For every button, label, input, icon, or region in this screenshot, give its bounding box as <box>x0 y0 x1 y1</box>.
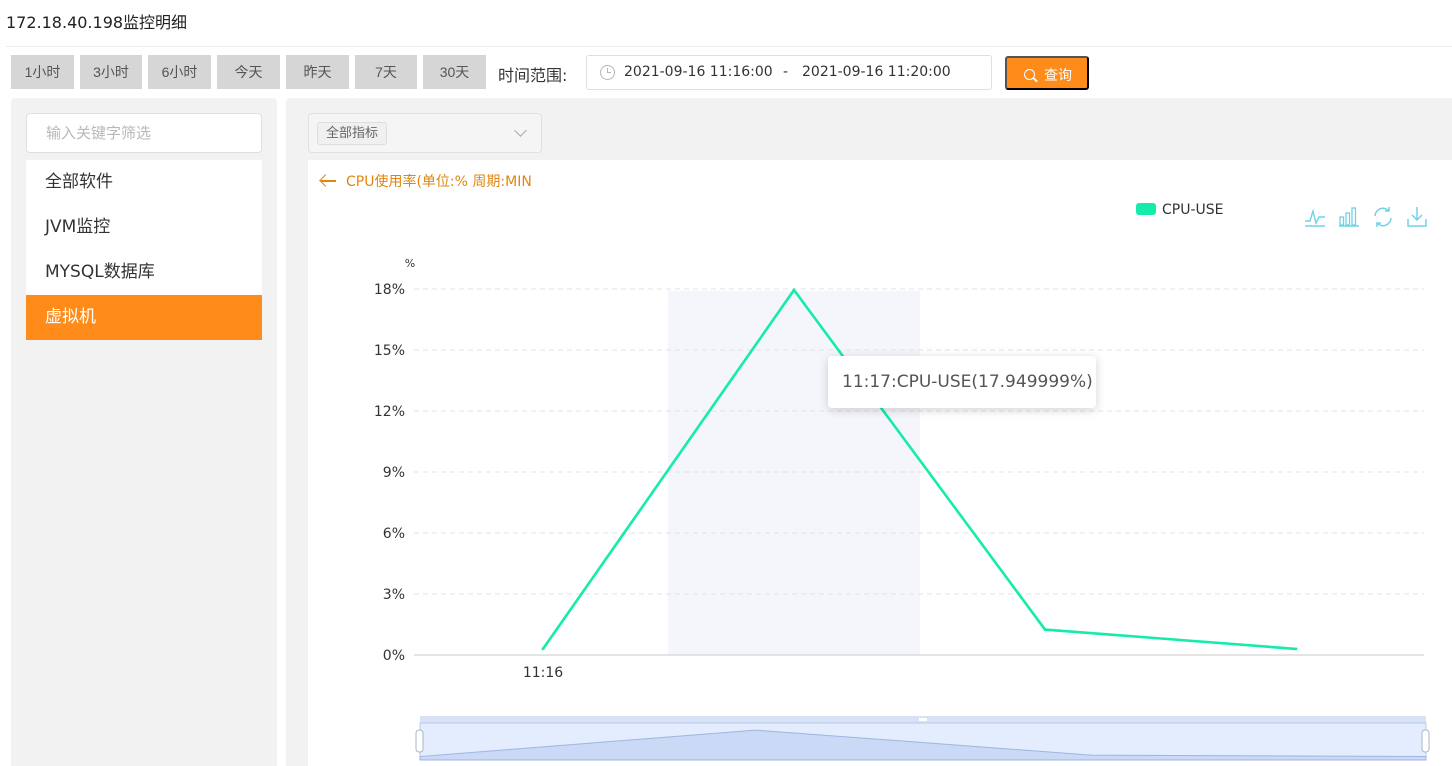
y-tick-label: 12% <box>374 404 405 420</box>
y-tick-label: 0% <box>383 648 405 664</box>
range-yesterday-button[interactable]: 昨天 <box>286 55 349 89</box>
data-point <box>541 647 545 651</box>
software-menu: 全部软件 JVM监控 MYSQL数据库 虚拟机 <box>26 160 262 340</box>
date-range-picker[interactable]: 2021-09-16 11:16:00 - 2021-09-16 11:20:0… <box>586 55 992 90</box>
x-tick-label: 11:16 <box>523 665 563 681</box>
range-7d-button[interactable]: 7天 <box>355 55 417 89</box>
line-icon[interactable] <box>1304 205 1326 229</box>
range-6h-button[interactable]: 6小时 <box>148 55 211 89</box>
y-tick-label: 9% <box>383 465 405 481</box>
zoom-handle-right <box>1421 729 1430 753</box>
sidebar-item-all-software[interactable]: 全部软件 <box>26 160 262 205</box>
range-1h-button[interactable]: 1小时 <box>11 55 74 89</box>
metric-select[interactable]: 全部指标 <box>308 113 542 153</box>
chart-legend[interactable]: CPU-USE <box>1136 202 1224 218</box>
query-button[interactable]: 查询 <box>1005 56 1089 90</box>
search-icon <box>1024 69 1035 80</box>
bar-chart-icon[interactable] <box>1338 205 1360 229</box>
data-point <box>1294 647 1298 651</box>
chart-card: CPU使用率(单位:% 周期:MIN 0% 3% 6% 9% 12% 15% 18%% 11:… <box>308 160 1452 766</box>
sidebar-item-vm[interactable]: 虚拟机 <box>26 295 262 340</box>
axis-pointer-shadow <box>668 291 920 655</box>
data-point <box>792 288 796 292</box>
metrics-panel: 全部指标 CPU使用率(单位:% 周期:MIN 0% 3% 6% 9% 12% 15% 18… <box>286 98 1452 766</box>
end-datetime[interactable]: 2021-09-16 11:20:00 <box>802 64 951 80</box>
sidebar-item-mysql[interactable]: MYSQL数据库 <box>26 250 262 295</box>
software-sidebar: 全部软件 JVM监控 MYSQL数据库 虚拟机 <box>11 98 277 766</box>
refresh-icon[interactable] <box>1372 205 1394 229</box>
time-range-label: 时间范围: <box>498 66 568 85</box>
zoom-grip <box>919 718 927 721</box>
page-title: 172.18.40.198监控明细 <box>6 13 188 32</box>
download-icon[interactable] <box>1406 205 1428 229</box>
chevron-down-icon <box>514 124 527 137</box>
zoom-handle-left <box>415 729 424 753</box>
start-datetime[interactable]: 2021-09-16 11:16:00 <box>624 64 772 80</box>
y-tick-label: 3% <box>383 587 405 603</box>
range-today-button[interactable]: 今天 <box>217 55 280 89</box>
y-tick-label: 18% <box>374 282 405 298</box>
range-3h-button[interactable]: 3小时 <box>80 55 142 89</box>
legend-swatch <box>1136 203 1156 215</box>
metric-tag: 全部指标 <box>317 122 388 145</box>
range-separator: - <box>783 64 789 80</box>
sidebar-item-jvm[interactable]: JVM监控 <box>26 205 262 250</box>
y-tick-label: 15% <box>374 343 405 359</box>
clock-icon <box>600 65 615 80</box>
data-point <box>1043 628 1047 631</box>
range-30d-button[interactable]: 30天 <box>423 55 486 89</box>
chart-tooltip: 11:17:CPU-USE(17.949999%) <box>828 356 1096 408</box>
legend-label: CPU-USE <box>1162 202 1224 218</box>
query-button-label: 查询 <box>1044 67 1072 83</box>
y-tick-label: 6% <box>383 526 405 542</box>
y-axis-unit: % <box>405 257 415 270</box>
chart-toolbox <box>1304 205 1434 229</box>
header-divider <box>6 46 1452 47</box>
cpu-line-chart[interactable]: 0% 3% 6% 9% 12% 15% 18%% 11:16 <box>308 160 1452 766</box>
keyword-filter-input[interactable] <box>26 113 262 153</box>
